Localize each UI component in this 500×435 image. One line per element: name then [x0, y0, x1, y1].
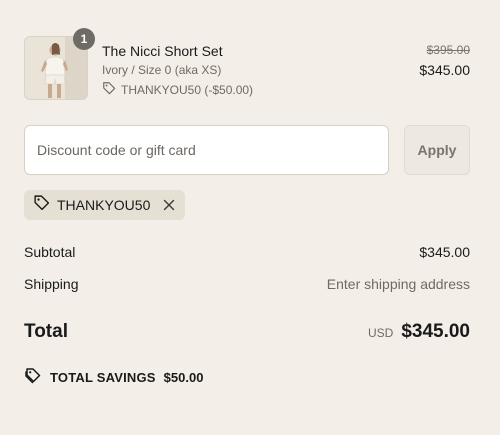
price-original: $395.00 — [426, 43, 470, 57]
applied-code-chip: THANKYOU50 — [24, 190, 186, 220]
subtotal-row: Subtotal $345.00 — [24, 244, 470, 260]
tags-icon — [24, 367, 42, 388]
tag-icon — [33, 194, 50, 216]
product-info: The Nicci Short Set Ivory / Size 0 (aka … — [102, 42, 253, 99]
total-savings: TOTAL SAVINGS $50.00 — [24, 367, 203, 388]
subtotal-label: Subtotal — [24, 244, 76, 260]
close-icon[interactable] — [163, 199, 175, 211]
applied-code-label: THANKYOU50 — [57, 197, 151, 213]
total-label: Total — [24, 321, 68, 342]
total-amount-group: USD $345.00 — [368, 321, 470, 343]
savings-amount: $50.00 — [163, 370, 204, 385]
shipping-value: Enter shipping address — [326, 276, 470, 292]
product-variant: Ivory / Size 0 (aka XS) — [102, 63, 222, 77]
shipping-row: Shipping Enter shipping address — [24, 276, 470, 292]
apply-button[interactable]: Apply — [404, 125, 470, 175]
total-value: $345.00 — [401, 321, 470, 342]
discount-code-input[interactable] — [24, 125, 389, 175]
tag-icon — [102, 81, 116, 99]
product-discount: THANKYOU50 (-$50.00) — [102, 81, 253, 99]
subtotal-value: $345.00 — [419, 244, 470, 260]
shipping-label: Shipping — [24, 276, 79, 292]
product-thumbnail-wrap: 1 — [24, 28, 95, 100]
line-item: 1 The Nicci Short Set Ivory / Size 0 (ak… — [24, 28, 470, 100]
price-final: $345.00 — [419, 62, 470, 78]
currency-code: USD — [367, 326, 394, 340]
savings-label: TOTAL SAVINGS — [50, 370, 156, 385]
product-discount-label: THANKYOU50 (-$50.00) — [121, 82, 254, 97]
price-column: $395.00 $345.00 — [419, 42, 470, 79]
total-row: Total USD $345.00 — [24, 318, 470, 346]
quantity-badge: 1 — [73, 28, 95, 50]
product-name: The Nicci Short Set — [102, 43, 223, 59]
